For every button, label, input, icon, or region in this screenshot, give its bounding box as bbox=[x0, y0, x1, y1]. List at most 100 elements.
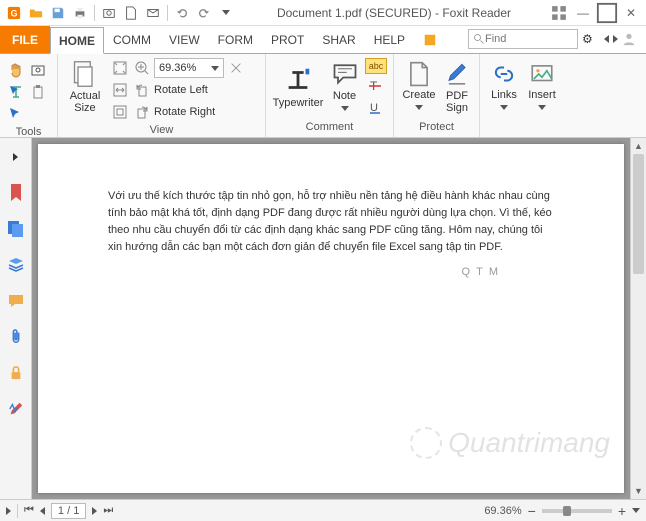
rotate-left-label[interactable]: Rotate Left bbox=[154, 84, 208, 96]
highlight-icon[interactable]: abc bbox=[365, 58, 387, 74]
search-box[interactable] bbox=[468, 29, 578, 49]
attachments-icon[interactable] bbox=[4, 322, 28, 352]
zoom-slider[interactable] bbox=[542, 509, 612, 513]
search-icon bbox=[473, 33, 485, 45]
fit-visible-icon[interactable] bbox=[110, 102, 130, 122]
hand-tool-icon[interactable] bbox=[6, 60, 26, 80]
qat-dropdown-icon[interactable] bbox=[216, 3, 236, 23]
comments-icon[interactable] bbox=[4, 286, 28, 316]
nav-next-icon[interactable] bbox=[613, 35, 618, 43]
fit-page-icon[interactable] bbox=[110, 58, 130, 78]
chevron-down-icon bbox=[415, 105, 423, 110]
zoom-combo[interactable]: 69.36% bbox=[154, 58, 224, 78]
title-bar: G Document 1.pdf (SECURED) - Foxit Reade… bbox=[0, 0, 646, 26]
typewriter-button[interactable]: Typewriter bbox=[272, 56, 324, 118]
note-label: Note bbox=[333, 90, 356, 102]
print-icon[interactable] bbox=[70, 3, 90, 23]
email-icon[interactable] bbox=[143, 3, 163, 23]
qtm-text: QTM bbox=[462, 264, 504, 281]
note-button[interactable]: Note bbox=[326, 56, 363, 118]
group-comment-label: Comment bbox=[272, 121, 387, 137]
snapshot-tool-icon[interactable] bbox=[28, 60, 48, 80]
window-title: Document 1.pdf (SECURED) - Foxit Reader bbox=[240, 6, 548, 20]
underline-icon[interactable]: U bbox=[365, 98, 385, 118]
signatures-icon[interactable] bbox=[4, 394, 28, 424]
zoom-in-icon[interactable] bbox=[132, 58, 152, 78]
close-icon[interactable]: ✕ bbox=[620, 3, 642, 23]
tab-view[interactable]: VIEW bbox=[160, 26, 209, 53]
snapshot-icon[interactable] bbox=[99, 3, 119, 23]
quick-access-toolbar: G bbox=[0, 3, 240, 23]
app-icon[interactable]: G bbox=[4, 3, 24, 23]
tab-share[interactable]: SHAR bbox=[313, 26, 364, 53]
tab-help[interactable]: HELP bbox=[365, 26, 414, 53]
scroll-down-icon[interactable]: ▼ bbox=[631, 483, 646, 499]
tab-comment[interactable]: COMM bbox=[104, 26, 160, 53]
zoom-menu-icon[interactable] bbox=[632, 508, 640, 513]
tab-home[interactable]: HOME bbox=[50, 27, 104, 54]
page-counter[interactable]: 1 / 1 bbox=[51, 503, 86, 519]
prev-page-icon[interactable] bbox=[40, 507, 45, 515]
strikeout-icon[interactable]: T bbox=[365, 76, 385, 96]
insert-label: Insert bbox=[528, 89, 556, 101]
panel-toggle-icon[interactable] bbox=[4, 142, 28, 172]
actual-size-button[interactable]: Actual Size bbox=[64, 56, 106, 118]
page: Với ưu thế kích thước tập tin nhỏ gọn, h… bbox=[38, 144, 624, 493]
sidebar-expand-icon[interactable] bbox=[6, 507, 11, 515]
zoom-value: 69.36% bbox=[159, 62, 196, 74]
document-icon[interactable] bbox=[121, 3, 141, 23]
settings-icon[interactable]: ⚙ bbox=[582, 32, 600, 46]
links-label: Links bbox=[491, 89, 517, 101]
last-page-icon[interactable]: ⏭ bbox=[103, 504, 113, 517]
nav-prev-icon[interactable] bbox=[604, 35, 609, 43]
search-input[interactable] bbox=[485, 33, 565, 45]
chevron-down-icon bbox=[500, 105, 508, 110]
ribbon-options-icon[interactable] bbox=[548, 3, 570, 23]
status-bar: ⏮ 1 / 1 ⏭ 69.36% − + bbox=[0, 499, 646, 521]
insert-button[interactable]: Insert bbox=[524, 56, 560, 118]
select-text-icon[interactable] bbox=[6, 82, 26, 102]
layers-icon[interactable] bbox=[4, 250, 28, 280]
create-button[interactable]: Create bbox=[400, 56, 438, 118]
chevron-down-icon bbox=[211, 66, 219, 71]
maximize-icon[interactable] bbox=[596, 3, 618, 23]
tab-form[interactable]: FORM bbox=[209, 26, 262, 53]
typewriter-label: Typewriter bbox=[273, 97, 324, 109]
bookmarks-icon[interactable] bbox=[4, 178, 28, 208]
clipboard-icon[interactable] bbox=[28, 82, 48, 102]
tab-protect[interactable]: PROT bbox=[262, 26, 313, 53]
separator bbox=[94, 5, 95, 21]
links-button[interactable]: Links bbox=[486, 56, 522, 118]
fit-width-icon[interactable] bbox=[110, 80, 130, 100]
tab-extras-icon[interactable] bbox=[414, 26, 446, 53]
pdf-sign-button[interactable]: PDF Sign bbox=[440, 56, 474, 118]
next-page-icon[interactable] bbox=[92, 507, 97, 515]
zoom-out-icon[interactable]: − bbox=[528, 503, 536, 519]
group-protect-label: Protect bbox=[400, 121, 473, 137]
first-page-icon[interactable]: ⏮ bbox=[24, 504, 34, 517]
group-tools-label: Tools bbox=[6, 126, 51, 138]
actual-size-label: Actual Size bbox=[70, 90, 101, 114]
minimize-icon[interactable]: — bbox=[572, 3, 594, 23]
vertical-scrollbar[interactable]: ▲ ▼ bbox=[630, 138, 646, 499]
select-annotation-icon[interactable] bbox=[6, 104, 26, 124]
user-icon[interactable] bbox=[622, 32, 640, 46]
rotate-right-icon[interactable] bbox=[132, 102, 152, 122]
zoom-in-icon[interactable]: + bbox=[618, 503, 626, 519]
chevron-down-icon bbox=[341, 106, 349, 111]
open-icon[interactable] bbox=[26, 3, 46, 23]
pages-icon[interactable] bbox=[4, 214, 28, 244]
scroll-up-icon[interactable]: ▲ bbox=[631, 138, 646, 154]
scroll-thumb[interactable] bbox=[633, 154, 644, 274]
document-viewport[interactable]: Với ưu thế kích thước tập tin nhỏ gọn, h… bbox=[32, 138, 630, 499]
save-icon[interactable] bbox=[48, 3, 68, 23]
rotate-right-label[interactable]: Rotate Right bbox=[154, 106, 215, 118]
create-label: Create bbox=[402, 89, 435, 101]
security-icon[interactable] bbox=[4, 358, 28, 388]
separator bbox=[17, 504, 18, 518]
undo-icon[interactable] bbox=[172, 3, 192, 23]
zoom-reset-icon[interactable] bbox=[226, 58, 246, 78]
tab-file[interactable]: FILE bbox=[0, 26, 50, 53]
rotate-left-icon[interactable] bbox=[132, 80, 152, 100]
redo-icon[interactable] bbox=[194, 3, 214, 23]
